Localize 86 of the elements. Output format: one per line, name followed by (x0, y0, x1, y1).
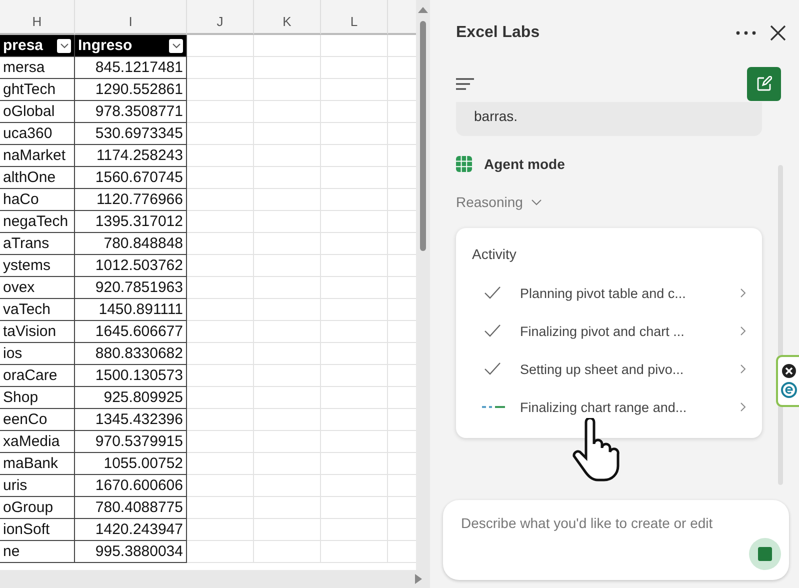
activity-item[interactable]: Finalizing chart range and... (472, 388, 746, 426)
table-cell: haCo (0, 189, 75, 211)
table-cell: 1012.503762 (75, 255, 187, 277)
table-header[interactable]: presa (0, 35, 75, 57)
panel-title: Excel Labs (456, 24, 541, 42)
table-cell: ovex (0, 277, 75, 299)
table-cell: oGlobal (0, 101, 75, 123)
table-cell: 925.809925 (75, 387, 187, 409)
chevron-icon (740, 402, 746, 412)
table-cell: 1645.606677 (75, 321, 187, 343)
close-icon[interactable] (770, 25, 786, 41)
chevron-icon (740, 326, 746, 336)
table-cell: vaTech (0, 299, 75, 321)
scroll-right-icon[interactable] (415, 574, 422, 584)
more-icon[interactable] (736, 31, 756, 35)
filter-dropdown-icon[interactable] (169, 38, 183, 52)
table-cell: ystems (0, 255, 75, 277)
table-cell: mersa (0, 57, 75, 79)
column-header[interactable] (388, 0, 416, 35)
table-cell: 1420.243947 (75, 519, 187, 541)
table-cell: eenCo (0, 409, 75, 431)
activity-item[interactable]: Planning pivot table and c... (472, 274, 746, 312)
table-cell: negaTech (0, 211, 75, 233)
table-cell: ne (0, 541, 75, 563)
new-chat-button[interactable] (747, 67, 781, 101)
stop-icon (758, 547, 772, 561)
table-cell: 1055.00752 (75, 453, 187, 475)
table-cell: naMarket (0, 145, 75, 167)
table-cell: 1345.432396 (75, 409, 187, 431)
table-cell: 1290.552861 (75, 79, 187, 101)
table-cell: ionSoft (0, 519, 75, 541)
table-cell: 1395.317012 (75, 211, 187, 233)
close-circle-icon[interactable] (782, 364, 796, 378)
table-cell: 880.8330682 (75, 343, 187, 365)
e-circle-icon[interactable] (780, 382, 796, 398)
column-header[interactable]: I (75, 0, 187, 35)
table-cell: 845.1217481 (75, 57, 187, 79)
table-cell: oGroup (0, 497, 75, 519)
table-cell: 1174.258243 (75, 145, 187, 167)
mode-label: Agent mode (484, 156, 565, 172)
message-bubble: barras. (456, 102, 762, 136)
table-cell: taVision (0, 321, 75, 343)
chevron-icon (740, 364, 746, 374)
table-cell: 1450.891111 (75, 299, 187, 321)
table-cell: uca360 (0, 123, 75, 145)
side-tab[interactable] (776, 355, 799, 407)
column-header[interactable]: K (254, 0, 321, 35)
table-cell: 970.5379915 (75, 431, 187, 453)
table-cell: Shop (0, 387, 75, 409)
vertical-scrollbar[interactable] (416, 0, 430, 570)
table-cell: uris (0, 475, 75, 497)
table-cell: ios (0, 343, 75, 365)
table-cell: maBank (0, 453, 75, 475)
chevron-down-icon (530, 198, 542, 206)
table-cell: aTrans (0, 233, 75, 255)
column-header[interactable]: J (187, 0, 254, 35)
filter-dropdown-icon[interactable] (57, 38, 71, 52)
table-cell: xaMedia (0, 431, 75, 453)
stop-button[interactable] (749, 538, 781, 570)
activity-item[interactable]: Setting up sheet and pivo... (472, 350, 746, 388)
table-header[interactable]: Ingreso (75, 35, 187, 57)
table-cell: 978.3508771 (75, 101, 187, 123)
reasoning-toggle[interactable]: Reasoning (456, 194, 786, 210)
table-cell: ghtTech (0, 79, 75, 101)
activity-title: Activity (472, 246, 518, 262)
horizontal-scrollbar[interactable] (0, 570, 430, 588)
table-cell: 1560.670745 (75, 167, 187, 189)
table-cell: 1120.776966 (75, 189, 187, 211)
column-header[interactable]: H (0, 0, 75, 35)
table-cell: 995.3880034 (75, 541, 187, 563)
table-cell: 920.7851963 (75, 277, 187, 299)
scroll-up-icon[interactable] (418, 6, 428, 13)
table-cell: 530.6973345 (75, 123, 187, 145)
table-cell: 1670.600606 (75, 475, 187, 497)
column-header[interactable]: L (321, 0, 388, 35)
table-cell: 780.4088775 (75, 497, 187, 519)
prompt-field[interactable]: Describe what you'd like to create or edit (459, 514, 773, 532)
table-cell: 780.848848 (75, 233, 187, 255)
table-cell: 1500.130573 (75, 365, 187, 387)
chevron-icon (740, 288, 746, 298)
menu-icon[interactable] (456, 78, 474, 90)
table-cell: althOne (0, 167, 75, 189)
grid-icon (456, 156, 472, 172)
edit-icon (756, 76, 772, 92)
activity-item[interactable]: Finalizing pivot and chart ... (472, 312, 746, 350)
table-cell: oraCare (0, 365, 75, 387)
